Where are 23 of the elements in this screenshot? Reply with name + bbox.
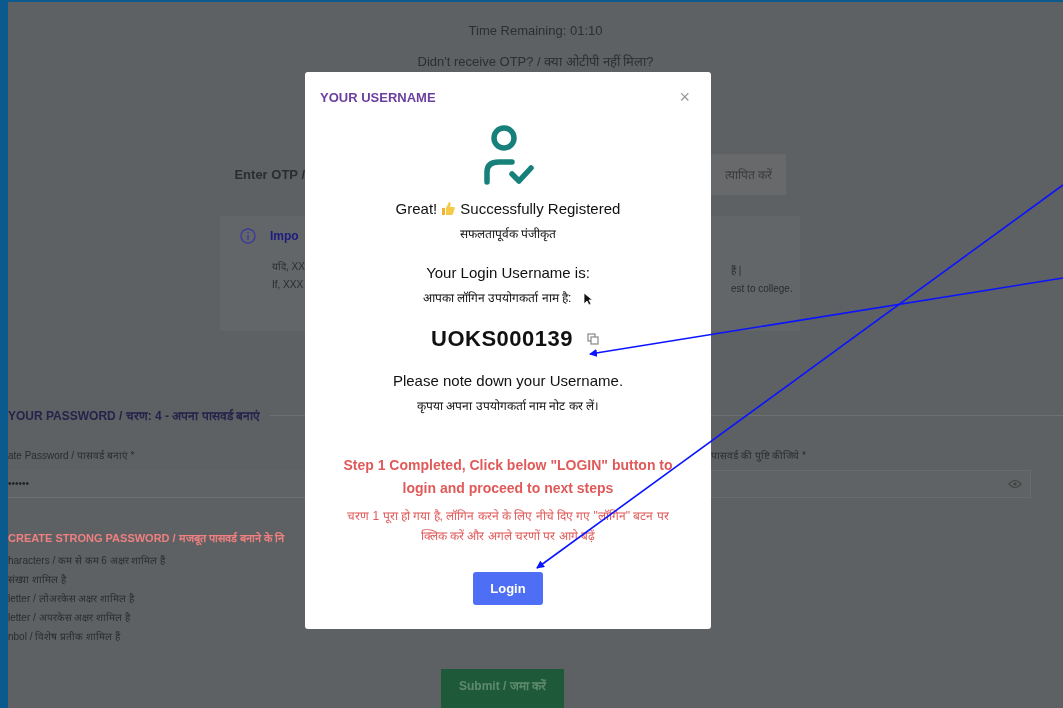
success-text-hindi: सफलतापूर्वक पंजीकृत bbox=[459, 226, 557, 242]
login-button[interactable]: Login bbox=[473, 572, 543, 605]
note-text: Please note down your Username. bbox=[392, 372, 624, 389]
username-text: UOKS000139 bbox=[431, 326, 573, 352]
info-icon bbox=[240, 228, 256, 244]
success-text: Great! bbox=[395, 200, 438, 217]
section-heading: YOUR PASSWORD / चरण: 4 - अपना पासवर्ड बनाएं bbox=[8, 408, 261, 424]
username-label: Your Login Username is: bbox=[426, 264, 590, 281]
close-button[interactable]: × bbox=[673, 88, 696, 106]
user-check-icon bbox=[482, 124, 534, 186]
confirm-password-field[interactable] bbox=[711, 470, 1031, 498]
submit-button[interactable]: Submit / जमा करें bbox=[441, 669, 564, 708]
notice-title: Impo bbox=[270, 229, 299, 243]
eye-icon[interactable] bbox=[1008, 479, 1022, 489]
dialog-title: YOUR USERNAME bbox=[320, 89, 436, 105]
username-label-hindi: आपका लॉगिन उपयोगकर्ता नाम है: bbox=[422, 291, 572, 305]
note-text-hindi: कृपया अपना उपयोगकर्ता नाम नोट कर लें। bbox=[417, 398, 599, 414]
copy-button[interactable] bbox=[587, 333, 599, 345]
mouse-pointer-icon bbox=[583, 292, 594, 306]
thumbs-up-icon bbox=[441, 201, 457, 216]
step-message: Step 1 Completed, Click below "LOGIN" button to login and proceed to next steps bbox=[342, 456, 674, 498]
rules-heading: CREATE STRONG PASSWORD / मजबूत पासवर्ड बनाने के नि bbox=[8, 531, 284, 545]
success-text: Successfully Registered bbox=[460, 200, 621, 217]
